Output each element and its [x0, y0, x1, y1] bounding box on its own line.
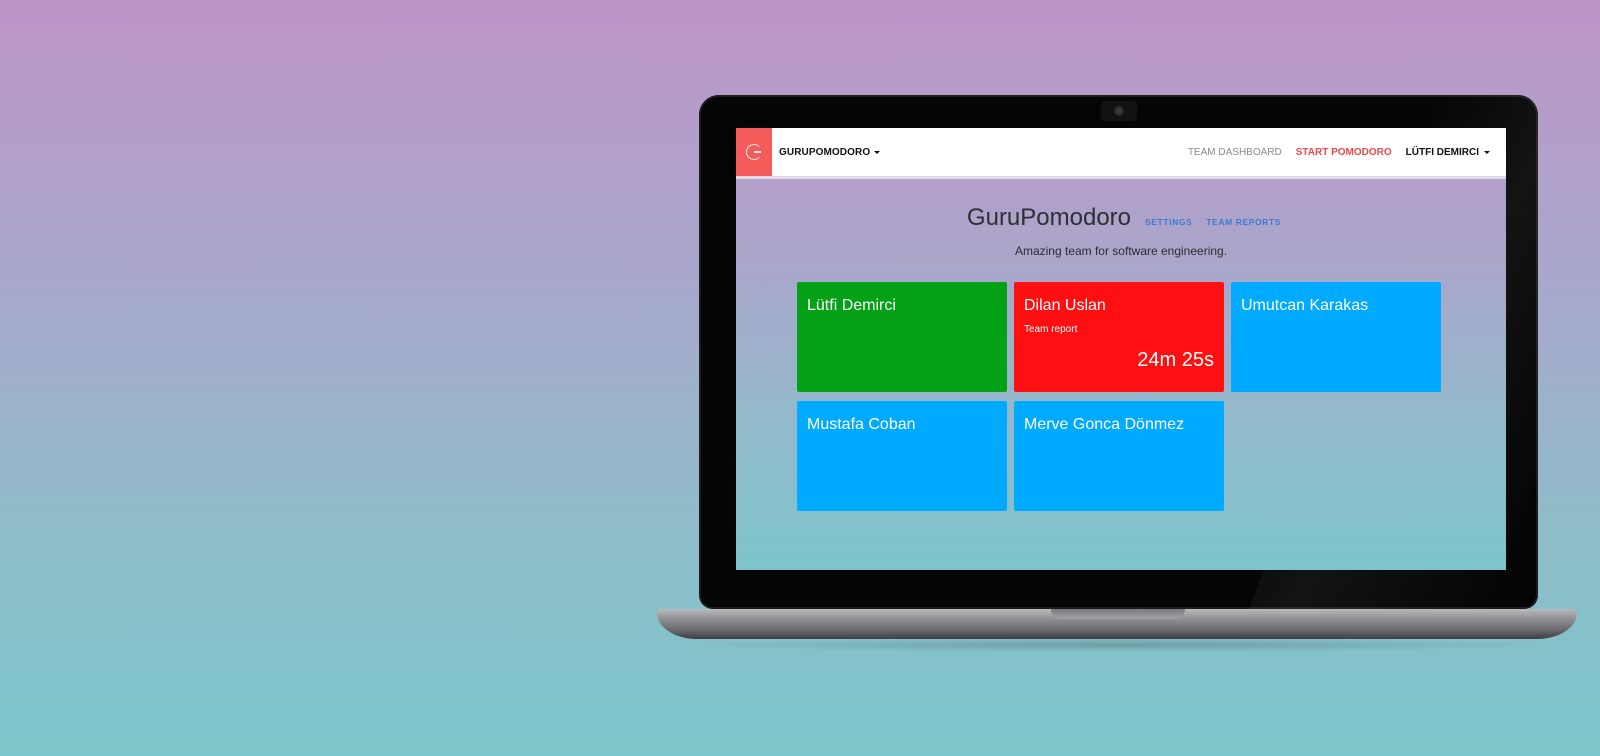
brand-dropdown[interactable]: GURUPOMODORO	[779, 146, 881, 158]
user-menu[interactable]: LÜTFI DEMIRCI	[1406, 147, 1490, 158]
team-dashboard-link[interactable]: TEAM DASHBOARD	[1188, 147, 1282, 158]
brand-label: GURUPOMODORO	[779, 146, 871, 158]
member-card[interactable]: Lütfi Demirci	[797, 282, 1007, 392]
pomodoro-timer: 24m 25s	[1137, 349, 1214, 371]
member-card[interactable]: Umutcan Karakas	[1231, 282, 1441, 392]
member-card[interactable]: Merve Gonca Dönmez	[1014, 401, 1224, 511]
nav-right: TEAM DASHBOARD START POMODORO LÜTFI DEMI…	[1188, 147, 1506, 158]
webcam	[1101, 101, 1137, 121]
laptop-shadow	[680, 638, 1560, 652]
member-name: Dilan Uslan	[1024, 297, 1106, 314]
settings-link[interactable]: SETTINGS	[1145, 217, 1192, 227]
team-title: GuruPomodoro	[966, 204, 1132, 231]
member-status: Team report	[1024, 324, 1078, 335]
laptop-notch	[1051, 609, 1185, 619]
caret-down-icon	[1484, 150, 1490, 154]
title-row: GuruPomodoro SETTINGS TEAM REPORTS	[736, 204, 1506, 232]
navbar: GURUPOMODORO TEAM DASHBOARD START POMODO…	[736, 128, 1506, 179]
team-reports-link[interactable]: TEAM REPORTS	[1206, 217, 1281, 227]
caret-down-icon	[874, 150, 881, 154]
start-pomodoro-link[interactable]: START POMODORO	[1296, 147, 1392, 158]
member-card[interactable]: Dilan Uslan Team report 24m 25s	[1014, 282, 1224, 392]
member-card[interactable]: Mustafa Coban	[797, 401, 1007, 511]
team-description: Amazing team for software engineering.	[1014, 244, 1228, 258]
member-name: Umutcan Karakas	[1241, 297, 1369, 314]
member-name: Merve Gonca Dönmez	[1024, 416, 1185, 433]
app-screen: GURUPOMODORO TEAM DASHBOARD START POMODO…	[736, 128, 1506, 570]
member-name: Lütfi Demirci	[807, 297, 896, 314]
logo[interactable]	[736, 128, 772, 176]
user-name: LÜTFI DEMIRCI	[1405, 146, 1479, 158]
laptop-mockup: GURUPOMODORO TEAM DASHBOARD START POMODO…	[0, 0, 1600, 756]
member-name: Mustafa Coban	[807, 416, 916, 433]
g-logo-icon	[746, 144, 762, 160]
team-header: GuruPomodoro SETTINGS TEAM REPORTS	[736, 204, 1506, 232]
